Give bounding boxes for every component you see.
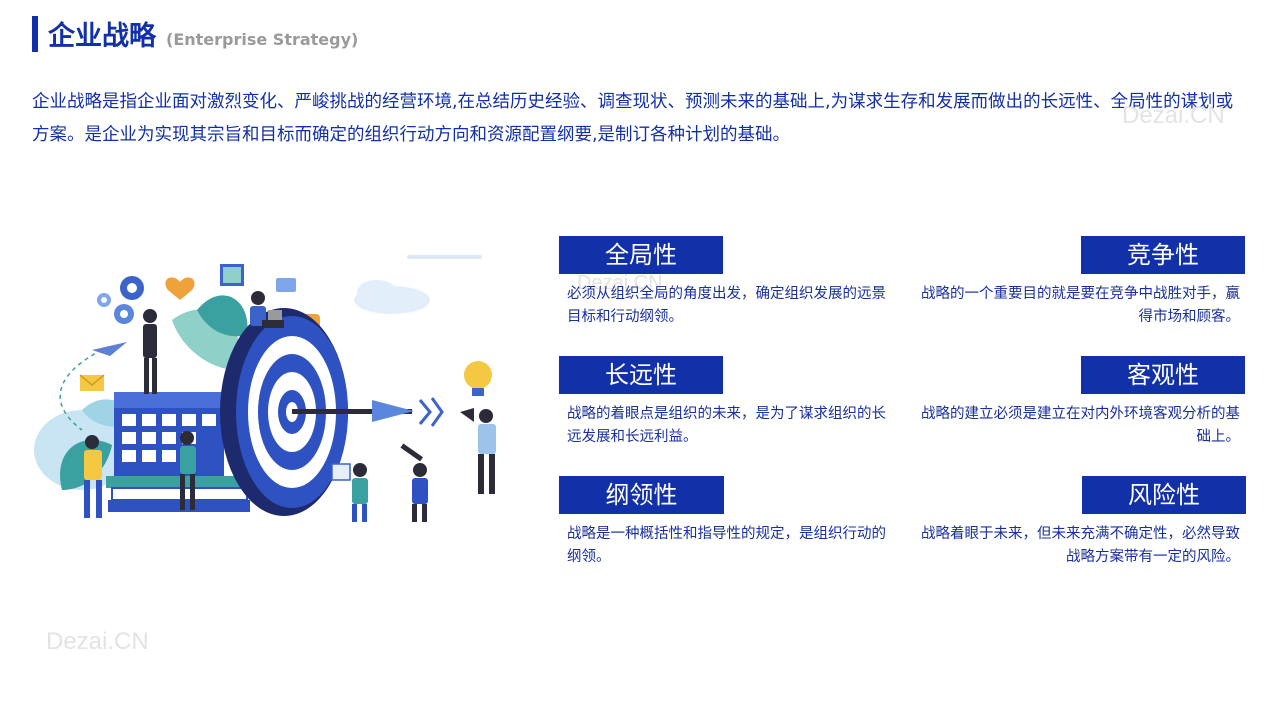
feature-desc-changyuanxing: 战略的着眼点是组织的未来，是为了谋求组织的长远发展和长远利益。 (567, 406, 886, 445)
feature-tag-quanjuxing: 全局性 (559, 236, 723, 274)
feature-tag-changyuanxing: 长远性 (559, 356, 723, 394)
intro-paragraph: 企业战略是指企业面对激烈变化、严峻挑战的经营环境,在总结历史经验、调查现状、预测… (32, 92, 1234, 145)
feature-tag-ganglingxing: 纲领性 (559, 476, 724, 514)
feature-desc-quanjuxing: 必须从组织全局的角度出发，确定组织发展的远景目标和行动纲领。 (567, 286, 886, 325)
watermark: Dezai.CN (1122, 102, 1225, 129)
feature-tag-fengxianxing: 风险性 (1082, 476, 1246, 514)
feature-desc-keguanxing: 战略的建立必须是建立在对内外环境客观分析的基础上。 (921, 406, 1240, 445)
feature-tag-keguanxing: 客观性 (1081, 356, 1245, 394)
feature-desc-fengxianxing: 战略着眼于未来，但未来充满不确定性，必然导致战略方案带有一定的风险。 (921, 526, 1240, 565)
page-title-subtitle: (Enterprise Strategy) (166, 30, 359, 49)
page-title: 企业战略 (Enterprise Strategy) (48, 14, 358, 54)
strategy-target-illustration (34, 255, 496, 522)
watermark: Dezai.CN (46, 628, 149, 655)
feature-tag-jingzhengxing: 竞争性 (1081, 236, 1245, 274)
feature-desc-ganglingxing: 战略是一种概括性和指导性的规定，是组织行动的纲领。 (567, 526, 886, 565)
page-title-main: 企业战略 (48, 21, 156, 52)
feature-desc-jingzhengxing: 战略的一个重要目的就是要在竞争中战胜对手，赢得市场和顾客。 (921, 286, 1240, 325)
title-accent-bar (32, 16, 38, 52)
